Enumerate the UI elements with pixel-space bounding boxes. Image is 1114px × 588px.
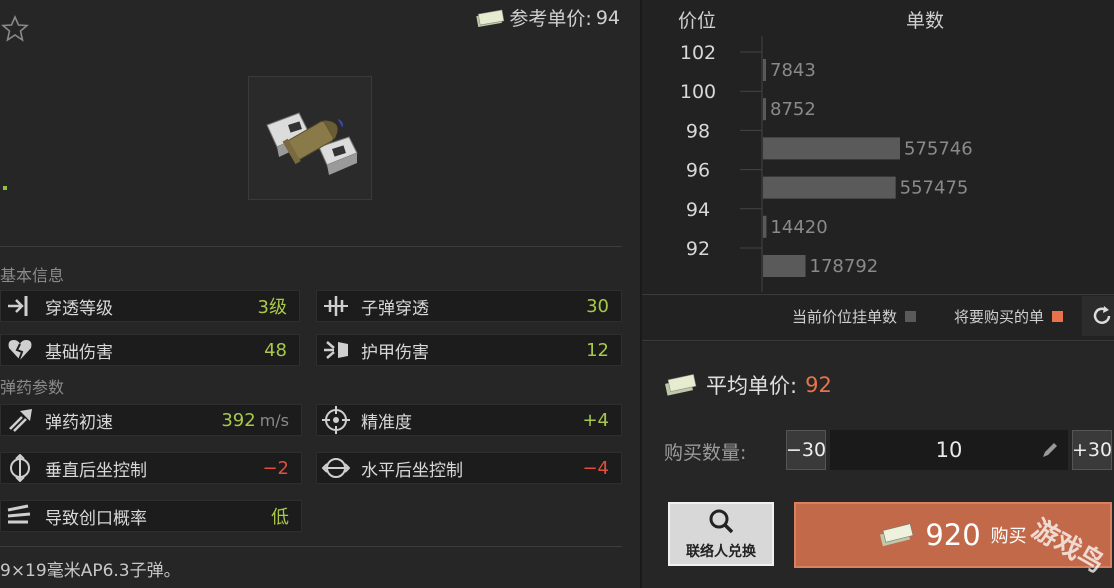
divider (0, 246, 622, 247)
order-bar (763, 59, 766, 81)
search-icon (709, 509, 734, 534)
price-tick-label: 94 (686, 199, 710, 221)
order-bar-label: 8752 (770, 99, 816, 120)
stat-penetration-level: 穿透等级 3级 (0, 290, 300, 322)
average-price: 平均单价: 92 (664, 370, 832, 400)
buy-total: 920 (925, 518, 981, 552)
legend-buy-swatch (1052, 311, 1064, 322)
order-book-chart: 102 100 98 96 94 92 7843 8752 575746 557475 14420 1… (680, 36, 973, 292)
order-bar (763, 215, 767, 238)
order-bar-label: 7843 (770, 60, 816, 81)
favorite-star-icon[interactable] (0, 14, 30, 44)
horizontal-recoil-icon (317, 453, 355, 483)
crosshair-icon (317, 405, 355, 435)
stat-value: 48 (264, 339, 287, 361)
stat-label: 水平后坐控制 (361, 460, 463, 481)
stat-value: 3级 (257, 297, 287, 318)
purchase-section: 平均单价: 92 购买数量: −30 10 +30 联络人兑换 920 购买 游… (642, 342, 1114, 588)
price-tick-label: 92 (686, 238, 710, 260)
order-bar (763, 137, 900, 160)
penetration-icon (1, 291, 39, 321)
stat-horizontal-recoil: 水平后坐控制 −4 (316, 452, 622, 484)
status-dot (3, 186, 7, 190)
stat-value: −4 (582, 457, 609, 479)
stat-value: 12 (586, 339, 609, 361)
pencil-icon[interactable] (1040, 440, 1060, 460)
reference-price-value: 94 (595, 6, 620, 29)
item-image (248, 76, 372, 200)
item-description: 9×19毫米AP6.3子弹。 (0, 561, 181, 581)
order-bar-label: 557475 (900, 178, 969, 199)
legend-current: 当前价位挂单数 (792, 306, 917, 327)
contact-exchange-label: 联络人兑换 (686, 544, 756, 560)
divider (0, 546, 622, 547)
stat-unit: m/s (259, 410, 289, 430)
average-price-value: 92 (805, 373, 832, 397)
stat-bleed-chance: 导致创口概率 低 (0, 500, 302, 532)
reference-price: 参考单价: 94 (475, 4, 620, 31)
order-bar (763, 98, 766, 121)
order-bar-label: 575746 (904, 138, 973, 159)
quantity-value: 10 (935, 438, 963, 462)
stat-value: −2 (262, 457, 289, 479)
quantity-label: 购买数量: (664, 442, 747, 464)
cash-icon (476, 9, 505, 27)
legend-current-swatch (905, 311, 917, 322)
bleed-icon (1, 501, 39, 531)
refresh-button[interactable] (1082, 296, 1114, 336)
contact-exchange-button[interactable]: 联络人兑换 (668, 502, 774, 566)
market-panel: 价位 单数 102 100 98 96 94 92 7843 8752 575746 557475… (642, 0, 1114, 588)
broken-heart-icon (1, 335, 39, 365)
bullet-pierce-icon (317, 291, 355, 321)
stat-label: 基础伤害 (45, 342, 113, 363)
armor-hit-icon (317, 335, 355, 365)
stat-value: +4 (582, 409, 609, 431)
section-ammo-params: 弹药参数 (0, 378, 65, 397)
order-bar-label: 14420 (770, 217, 827, 238)
stat-base-damage: 基础伤害 48 (0, 334, 300, 366)
stat-label: 护甲伤害 (361, 342, 429, 363)
divider (642, 294, 1114, 295)
vertical-recoil-icon (1, 453, 39, 483)
stat-value: 低 (271, 507, 289, 528)
section-basic-info: 基本信息 (0, 266, 65, 285)
item-detail-panel: 参考单价: 94 基本信息 穿透等级 3级 子弹穿透 30 基础伤害 48 护甲… (0, 0, 640, 588)
price-tick-label: 98 (686, 120, 710, 142)
reference-price-label: 参考单价: (509, 8, 592, 30)
cash-icon (880, 523, 914, 547)
price-tick-label: 100 (680, 81, 716, 103)
order-bar-label: 178792 (810, 256, 879, 277)
legend-buy-label: 将要购买的单 (954, 308, 1045, 326)
stat-label: 弹药初速 (45, 412, 113, 433)
stat-label: 精准度 (361, 412, 412, 433)
stat-label: 穿透等级 (45, 298, 113, 319)
stat-vertical-recoil: 垂直后坐控制 −2 (0, 452, 302, 484)
stat-armor-damage: 护甲伤害 12 (316, 334, 622, 366)
stat-muzzle-velocity: 弹药初速 392 m/s (0, 404, 302, 436)
price-tick-label: 96 (686, 160, 710, 182)
refresh-icon (1093, 306, 1111, 324)
increase-quantity-button[interactable]: +30 (1072, 430, 1112, 470)
stat-label: 子弹穿透 (361, 298, 429, 319)
stat-value: 392 m/s (221, 410, 301, 431)
order-bar (763, 176, 896, 199)
ammo-box-icon (266, 112, 358, 175)
stat-label: 垂直后坐控制 (45, 460, 147, 481)
stat-bullet-penetration: 子弹穿透 30 (316, 290, 622, 322)
price-tick-label: 102 (680, 42, 716, 64)
decrease-quantity-button[interactable]: −30 (786, 430, 826, 470)
cash-icon (665, 374, 697, 396)
stat-value: 30 (586, 295, 609, 317)
stat-accuracy: 精准度 +4 (316, 404, 622, 436)
legend-buy: 将要购买的单 (954, 306, 1064, 327)
legend-current-label: 当前价位挂单数 (792, 308, 898, 326)
order-bar (763, 255, 806, 277)
velocity-icon (1, 405, 39, 435)
quantity-input[interactable]: 10 (830, 430, 1068, 470)
stat-label: 导致创口概率 (45, 508, 147, 529)
stat-value-number: 392 (221, 409, 256, 431)
buy-label: 购买 (990, 526, 1027, 547)
divider (642, 340, 1114, 341)
average-price-label: 平均单价: (706, 374, 798, 398)
